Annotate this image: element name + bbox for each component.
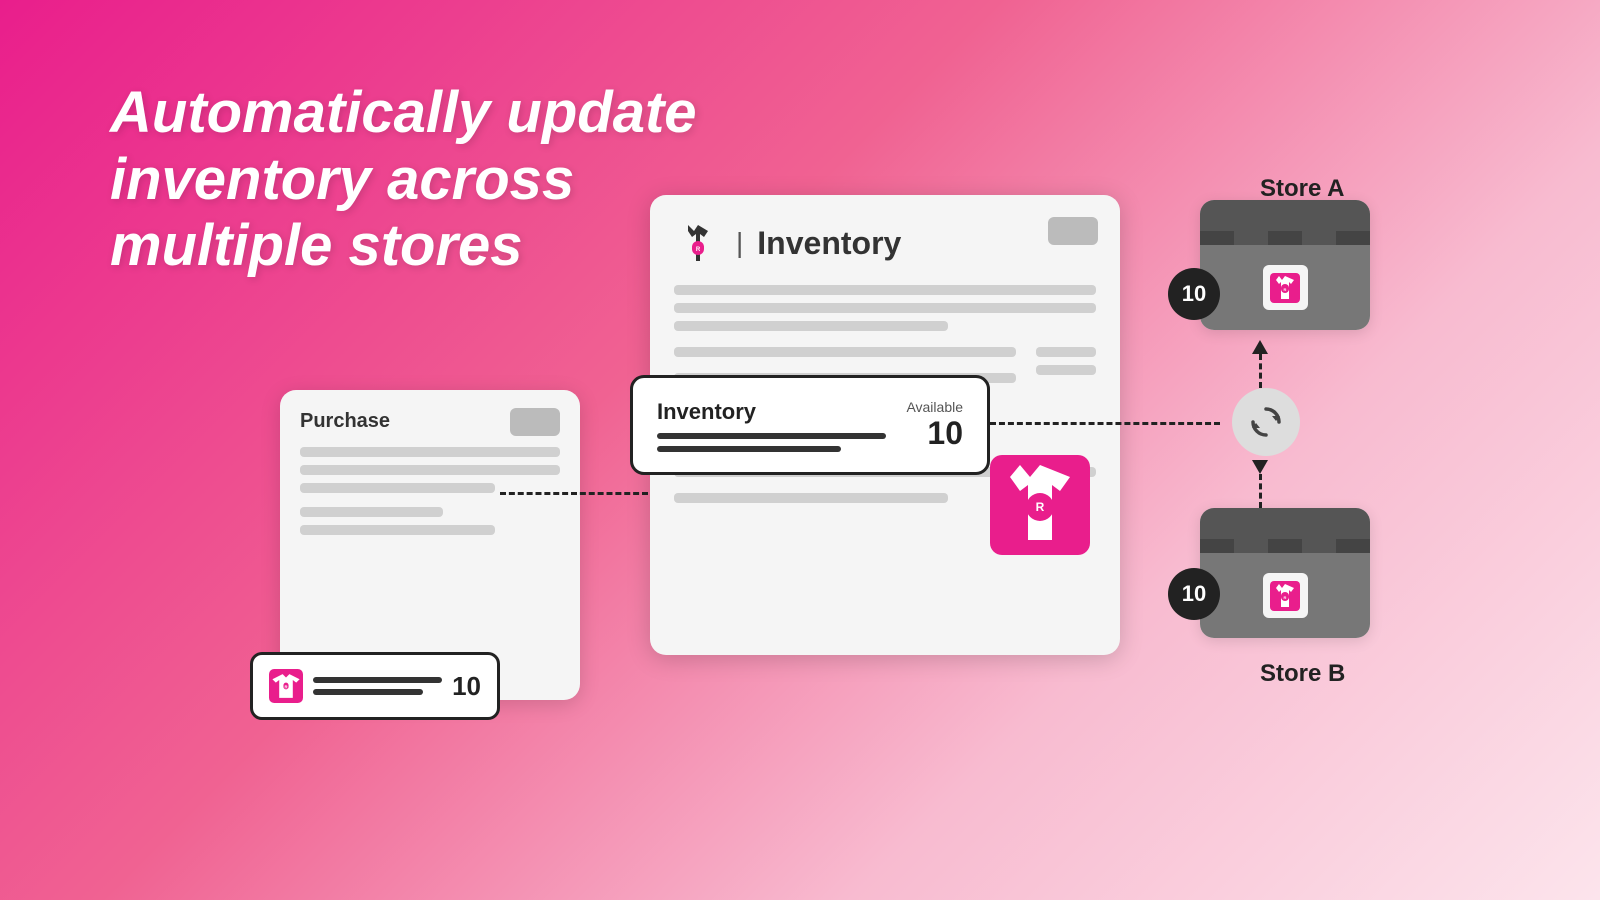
purchase-highlight: R 10	[250, 652, 500, 720]
store-a-badge: 10	[1168, 268, 1220, 320]
inv-hl-line	[657, 433, 886, 439]
store-b-tshirt-icon: R	[1270, 581, 1300, 611]
store-b-window: R	[1263, 573, 1308, 618]
store-b-label: Store B	[1260, 660, 1345, 688]
line	[300, 465, 560, 475]
inv-tshirt-icon: R	[990, 455, 1090, 560]
inventory-card-title: Inventory	[757, 225, 901, 262]
inv-line	[674, 285, 1096, 295]
svg-text:R: R	[1284, 287, 1287, 292]
headline: Automatically update inventory across mu…	[110, 80, 730, 280]
purchase-card-lines2	[300, 507, 560, 535]
store-a-badge-number: 10	[1182, 281, 1206, 307]
store-b-badge-number: 10	[1182, 581, 1206, 607]
headline-line1: Automatically update inventory across	[110, 80, 697, 212]
inventory-highlight: Inventory Available 10	[630, 375, 990, 475]
store-a-front: R	[1200, 245, 1370, 330]
svg-text:R: R	[1284, 595, 1287, 600]
headline-line2: multiple stores	[110, 213, 523, 278]
store-a-label: Store A	[1260, 175, 1344, 203]
store-a-roof	[1200, 200, 1370, 245]
arrow-up-store-a	[1252, 340, 1268, 354]
svg-text:R: R	[284, 685, 287, 690]
inv-side-line	[1036, 365, 1096, 375]
dotted-line-purchase-to-inventory	[500, 492, 648, 495]
inv-side-line	[1036, 347, 1096, 357]
inv-hl-line	[657, 446, 841, 452]
inv-highlight-lines	[657, 433, 886, 452]
purchase-card-button[interactable]	[510, 408, 560, 436]
inv-line	[674, 303, 1096, 313]
dotted-line-inv-to-sync	[990, 422, 1220, 425]
arrow-down-store-b	[1252, 460, 1268, 474]
sync-icon-circle	[1232, 388, 1300, 456]
dotted-line-v-store-a	[1259, 354, 1262, 388]
store-b-awning	[1200, 539, 1370, 553]
store-a-awning	[1200, 231, 1370, 245]
inv-lines-1	[674, 285, 1096, 331]
store-a-card: R	[1200, 200, 1370, 330]
purchase-card-lines	[300, 447, 560, 493]
purchase-lines	[313, 677, 442, 695]
inv-line	[674, 493, 948, 503]
dotted-line-v-store-b	[1259, 474, 1262, 508]
svg-text:R: R	[1036, 500, 1045, 514]
store-b-badge: 10	[1168, 568, 1220, 620]
available-label: Available	[906, 399, 963, 415]
inv-highlight-available: Available 10	[906, 399, 963, 452]
inv-highlight-content: Inventory	[657, 399, 886, 452]
store-b-front: R	[1200, 553, 1370, 638]
app-logo-icon: R	[674, 219, 722, 267]
store-b-card: R	[1200, 508, 1370, 638]
inventory-card-header: R | Inventory	[674, 219, 1096, 267]
store-b-roof	[1200, 508, 1370, 553]
inv-highlight-title: Inventory	[657, 399, 886, 425]
svg-text:R: R	[696, 247, 701, 253]
store-a-window: R	[1263, 265, 1308, 310]
purchase-line	[313, 677, 442, 683]
line	[300, 525, 495, 535]
purchase-line	[313, 689, 423, 695]
inv-line	[674, 347, 1016, 357]
available-number: 10	[906, 415, 963, 452]
separator: |	[736, 227, 743, 259]
sync-icon	[1247, 403, 1285, 441]
store-a-tshirt-icon: R	[1270, 273, 1300, 303]
line	[300, 507, 443, 517]
line	[300, 483, 495, 493]
purchase-quantity: 10	[452, 671, 481, 702]
line	[300, 447, 560, 457]
inventory-card-button[interactable]	[1048, 217, 1098, 245]
inv-line	[674, 321, 948, 331]
tshirt-icon: R	[269, 669, 303, 703]
